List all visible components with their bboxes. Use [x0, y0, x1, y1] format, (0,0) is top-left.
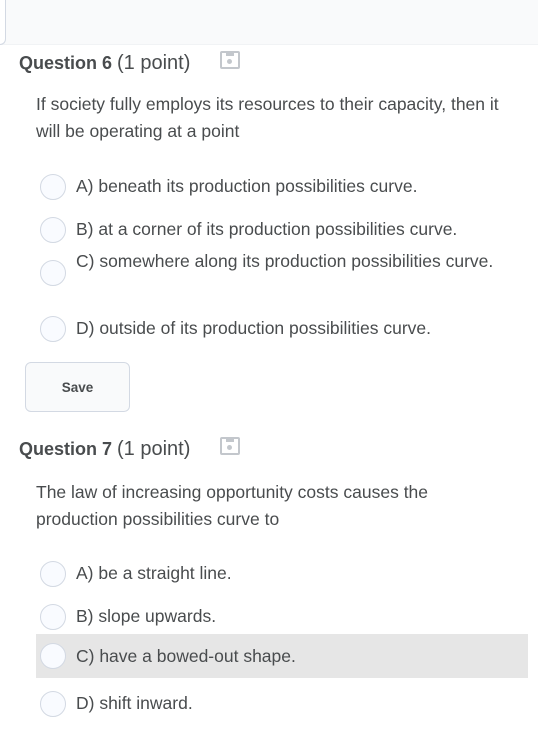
question-7-title: Question 7 — [19, 438, 113, 459]
radio-icon[interactable] — [40, 643, 66, 669]
q7-option-b[interactable]: B) slope upwards. — [36, 604, 528, 630]
q6-option-d[interactable]: D) outside of its production possibiliti… — [36, 316, 528, 342]
radio-icon[interactable] — [40, 691, 66, 717]
option-label: D) outside of its production possibiliti… — [76, 318, 432, 338]
save-button[interactable]: Save — [25, 362, 130, 412]
question-6-points: (1 point) — [117, 51, 191, 74]
option-label: A) be a straight line. — [76, 563, 232, 583]
radio-icon[interactable] — [40, 174, 66, 200]
option-label: B) at a corner of its production possibi… — [76, 219, 458, 239]
option-label: B) slope upwards. — [76, 606, 217, 626]
q6-option-b[interactable]: B) at a corner of its production possibi… — [36, 217, 528, 243]
bookmark-icon[interactable] — [220, 51, 241, 69]
radio-icon[interactable] — [40, 217, 66, 243]
question-6-text: If society fully employs its resources t… — [36, 94, 499, 141]
top-bar-edge — [0, 0, 6, 45]
radio-icon[interactable] — [40, 316, 66, 342]
option-label: D) shift inward. — [76, 693, 193, 713]
radio-icon[interactable] — [40, 260, 66, 286]
option-label: C) somewhere along its production possib… — [76, 251, 494, 271]
top-bar — [0, 0, 538, 45]
q7-option-a[interactable]: A) be a straight line. — [36, 561, 528, 587]
q7-option-c[interactable]: C) have a bowed-out shape. — [36, 634, 528, 678]
question-6-header: Question 6 (1 point) — [19, 48, 241, 78]
radio-icon[interactable] — [40, 604, 66, 630]
q6-option-c[interactable]: C) somewhere along its production possib… — [36, 249, 528, 286]
q6-option-a[interactable]: A) beneath its production possibilities … — [36, 174, 528, 200]
radio-icon[interactable] — [40, 561, 66, 587]
question-7-points: (1 point) — [117, 437, 191, 460]
question-7-text: The law of increasing opportunity costs … — [36, 482, 429, 529]
question-6-title: Question 6 — [19, 52, 113, 73]
option-label: C) have a bowed-out shape. — [76, 646, 296, 666]
bookmark-icon[interactable] — [220, 437, 241, 455]
option-label: A) beneath its production possibilities … — [76, 176, 418, 196]
q7-option-d[interactable]: D) shift inward. — [36, 691, 528, 717]
question-7-header: Question 7 (1 point) — [19, 434, 241, 464]
